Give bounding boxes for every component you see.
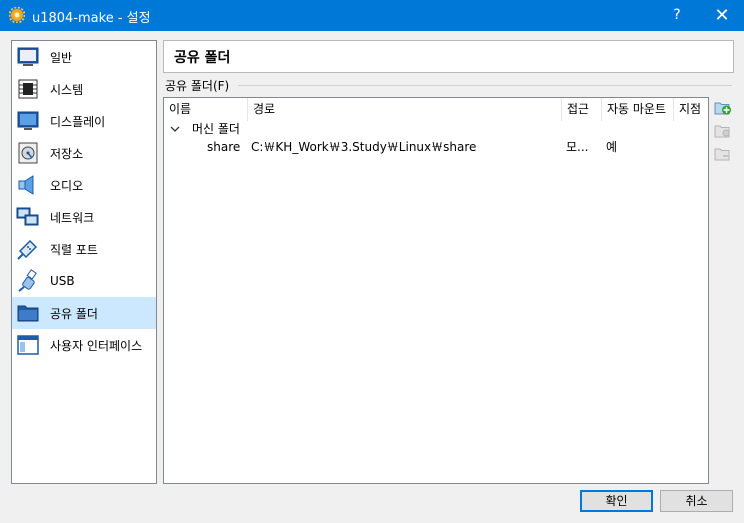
serial-port-icon: [17, 239, 38, 260]
virtualbox-gear-icon: [9, 7, 25, 23]
sidebar-item-network[interactable]: 네트워크: [12, 201, 156, 233]
remove-shared-folder-icon[interactable]: [714, 145, 732, 163]
column-header-name[interactable]: 이름: [164, 98, 248, 121]
general-icon: [17, 47, 39, 66]
usb-icon: [18, 269, 37, 292]
sidebar-item-general[interactable]: 일반: [12, 41, 156, 73]
sidebar-item-label: 직렬 포트: [50, 242, 98, 257]
network-icon: [16, 207, 39, 226]
sidebar-item-serial-port[interactable]: 직렬 포트: [12, 233, 156, 265]
cancel-button[interactable]: 취소: [660, 490, 733, 512]
cell-path: C:￦KH_Work￦3.Study￦Linux￦share: [251, 140, 477, 154]
group-label: 머신 폴더: [192, 122, 240, 136]
column-header-path[interactable]: 경로: [248, 98, 562, 121]
group-divider: [238, 85, 732, 86]
sidebar-item-audio[interactable]: 오디오: [12, 169, 156, 201]
cell-access: 모...: [566, 140, 589, 154]
column-header-mount-point[interactable]: 지점: [674, 98, 708, 121]
sidebar-item-user-interface[interactable]: 사용자 인터페이스: [12, 329, 156, 361]
title-bar: u1804-make - 설정 ? ✕: [0, 0, 744, 31]
close-button[interactable]: ✕: [700, 0, 744, 31]
sidebar-item-storage[interactable]: 저장소: [12, 137, 156, 169]
user-interface-icon: [17, 335, 39, 355]
add-shared-folder-icon[interactable]: [714, 99, 732, 117]
ok-button[interactable]: 확인: [580, 490, 653, 512]
shared-folders-table[interactable]: 이름 경로 접근 자동 마운트 지점 머신 폴더 share C:￦KH_Wor…: [163, 97, 709, 484]
sidebar-item-label: 시스템: [50, 82, 84, 97]
sidebar-item-label: 사용자 인터페이스: [50, 338, 143, 353]
sidebar-item-label: 오디오: [50, 178, 84, 193]
display-icon: [17, 111, 39, 130]
table-header: 이름 경로 접근 자동 마운트 지점: [164, 98, 708, 121]
edit-shared-folder-icon[interactable]: [714, 122, 732, 140]
sidebar-item-label: USB: [50, 274, 75, 288]
sidebar-item-label: 저장소: [50, 146, 84, 161]
help-button[interactable]: ?: [662, 0, 692, 31]
table-row[interactable]: share C:￦KH_Work￦3.Study￦Linux￦share 모..…: [164, 138, 708, 156]
settings-window: u1804-make - 설정 ? ✕ 일반 시스템 디스플레이 저장소 오디오…: [0, 0, 744, 523]
sidebar-item-usb[interactable]: USB: [12, 265, 156, 297]
page-header: 공유 폴더: [163, 40, 734, 73]
cell-name: share: [207, 140, 241, 154]
sidebar-item-label: 일반: [50, 50, 73, 65]
shared-folders-group-label: 공유 폴더(F): [165, 79, 230, 93]
chevron-down-icon[interactable]: [170, 124, 180, 134]
window-title: u1804-make - 설정: [32, 11, 151, 26]
sidebar-item-system[interactable]: 시스템: [12, 73, 156, 105]
storage-icon: [18, 142, 38, 164]
column-header-auto-mount[interactable]: 자동 마운트: [602, 98, 674, 121]
audio-icon: [18, 175, 34, 195]
sidebar-item-display[interactable]: 디스플레이: [12, 105, 156, 137]
system-icon: [18, 79, 38, 99]
sidebar-item-label: 공유 폴더: [50, 306, 98, 321]
settings-sidebar: 일반 시스템 디스플레이 저장소 오디오 네트워크 직렬 포트 USB 공유 폴…: [11, 40, 157, 484]
column-header-access[interactable]: 접근: [562, 98, 602, 121]
sidebar-item-shared-folders[interactable]: 공유 폴더: [12, 297, 156, 329]
shared-folder-icon: [17, 305, 39, 322]
page-title: 공유 폴더: [174, 50, 231, 66]
sidebar-item-label: 디스플레이: [50, 114, 106, 129]
table-group-row[interactable]: 머신 폴더: [164, 120, 708, 138]
cell-auto-mount: 예: [606, 140, 618, 154]
sidebar-item-label: 네트워크: [50, 210, 95, 225]
